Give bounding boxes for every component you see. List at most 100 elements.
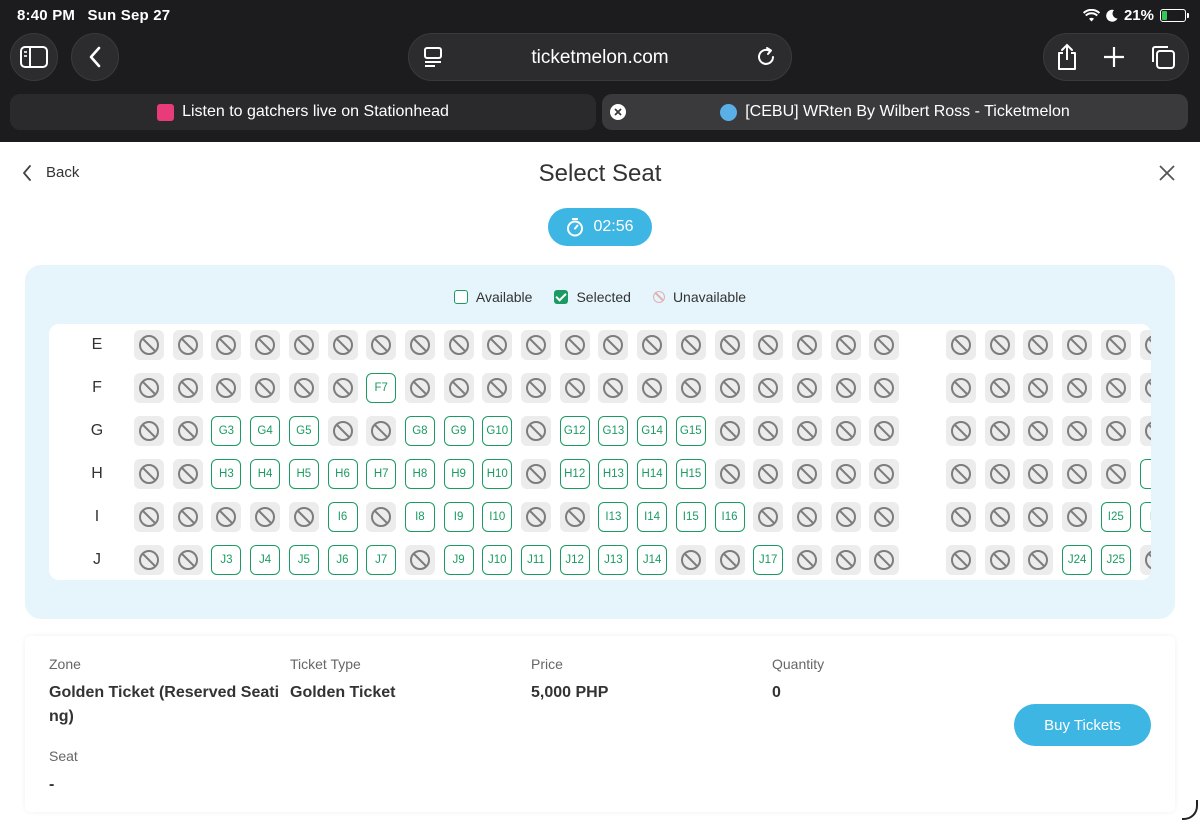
seat-map[interactable]: E F F7 G G3 G4 G5 G8 G9 G10 G12 G13 G14 G15 H H3 H4 H5 H6 H… [49, 324, 1151, 580]
tab-close-icon[interactable] [610, 104, 626, 120]
seat-available[interactable]: G5 [288, 416, 319, 446]
address-bar[interactable]: ticketmelon.com [408, 33, 792, 81]
seat-available[interactable]: J17 [753, 545, 784, 575]
seat-available[interactable]: J11 [521, 545, 551, 575]
seat-available[interactable]: I9 [443, 502, 474, 532]
seat-unavailable-icon [869, 373, 900, 403]
seat-row: G G3 G4 G5 G8 G9 G10 G12 G13 G14 G15 [49, 410, 1151, 453]
buy-tickets-button[interactable]: Buy Tickets [1014, 704, 1151, 746]
seat-available[interactable]: G13 [598, 416, 629, 446]
seat-available[interactable]: G14 [637, 416, 668, 446]
zone-label: Zone [49, 656, 81, 672]
seat-available[interactable]: H14 [637, 459, 668, 489]
seat-available[interactable]: J4 [250, 545, 281, 575]
seat-available[interactable]: G4 [250, 416, 281, 446]
seat-available[interactable]: G8 [404, 416, 435, 446]
seat-available[interactable]: G3 [211, 416, 242, 446]
seat-available[interactable]: J24 [1062, 545, 1093, 575]
status-indicators: 21% [1082, 7, 1189, 24]
seat-available[interactable]: J5 [288, 545, 319, 575]
status-bar: 8:40 PM Sun Sep 27 21% [0, 0, 1200, 32]
seat-available[interactable]: I13 [598, 502, 629, 532]
seat-unavailable-icon [1062, 502, 1093, 532]
page-title: Select Seat [538, 160, 662, 187]
tab-ticketmelon[interactable]: [CEBU] WRten By Wilbert Ross - Ticketmel… [602, 94, 1188, 130]
seat-unavailable-icon [1139, 373, 1151, 403]
seat-unavailable-icon [753, 330, 784, 360]
seat-available[interactable]: H9 [443, 459, 474, 489]
seat-available[interactable]: J6 [327, 545, 358, 575]
seat-available[interactable]: I25 [1100, 502, 1131, 532]
seat-unavailable-icon [1023, 416, 1054, 446]
seat-available[interactable]: H12 [559, 459, 590, 489]
stationhead-favicon-icon [157, 103, 175, 121]
tab-stationhead[interactable]: Listen to gatchers live on Stationhead [10, 94, 596, 130]
seat-available[interactable]: I16 [714, 502, 745, 532]
seat-available[interactable]: H7 [366, 459, 397, 489]
seat-unavailable-icon [482, 330, 513, 360]
unavailable-icon [652, 291, 665, 303]
seat-unavailable-icon [134, 502, 164, 532]
zone-value-line-1: Golden Ticket (Reserved Seati [49, 684, 280, 701]
seat-available[interactable]: H13 [598, 459, 629, 489]
seat-unavailable-icon [830, 330, 861, 360]
new-tab-icon[interactable] [1103, 46, 1125, 68]
seat-available[interactable]: H10 [482, 459, 513, 489]
seat-available[interactable]: I15 [675, 502, 706, 532]
seat-unavailable-icon [946, 373, 976, 403]
seat-value: - [49, 776, 55, 793]
seat-available[interactable]: J9 [443, 545, 474, 575]
seat-available[interactable]: G12 [559, 416, 590, 446]
countdown-timer: 02:56 [548, 208, 652, 246]
seat-available[interactable]: J7 [366, 545, 397, 575]
seat-available[interactable]: H8 [404, 459, 435, 489]
seat-unavailable-icon [984, 545, 1015, 575]
seat-unavailable-icon [172, 545, 203, 575]
seat-available[interactable]: J12 [559, 545, 590, 575]
seat-unavailable-icon [869, 416, 900, 446]
row-label: I [94, 508, 100, 525]
row-label: E [91, 336, 103, 353]
seat-available[interactable]: I14 [637, 502, 668, 532]
seat-available[interactable]: G10 [482, 416, 513, 446]
seat-available[interactable]: G15 [675, 416, 706, 446]
seat-available[interactable]: H15 [675, 459, 706, 489]
seat-available[interactable]: I10 [482, 502, 513, 532]
seat-available[interactable]: J14 [637, 545, 668, 575]
seat-unavailable-icon [714, 459, 745, 489]
seat-unavailable-icon [404, 373, 435, 403]
close-button[interactable] [1158, 164, 1176, 187]
seat-available[interactable]: G9 [443, 416, 474, 446]
seat-available[interactable]: H [1139, 459, 1151, 489]
seat-unavailable-icon [791, 502, 822, 532]
seat-unavailable-icon [791, 373, 822, 403]
seat-available[interactable]: I8 [404, 502, 435, 532]
seat-available[interactable]: J25 [1100, 545, 1131, 575]
tabs-overview-icon[interactable] [1150, 44, 1176, 70]
seat-available[interactable]: H3 [211, 459, 242, 489]
seat-available[interactable]: J10 [482, 545, 513, 575]
seat-available[interactable]: H4 [250, 459, 281, 489]
seat-available[interactable]: H6 [327, 459, 358, 489]
browser-back-button[interactable] [71, 33, 119, 81]
browser-chrome: 8:40 PM Sun Sep 27 21% ticketmelon.com L… [0, 0, 1200, 142]
ticket-info-panel: Zone Golden Ticket (Reserved Seati ng) T… [25, 636, 1175, 812]
reload-icon[interactable] [755, 46, 777, 68]
seat-unavailable-icon [1139, 330, 1151, 360]
share-icon[interactable] [1056, 43, 1078, 71]
seat-unavailable-icon [675, 330, 706, 360]
seat-available[interactable]: J3 [211, 545, 242, 575]
seat-available[interactable]: H5 [288, 459, 319, 489]
seat-unavailable-icon [675, 545, 706, 575]
seat-available[interactable]: F7 [366, 373, 397, 403]
seat-available[interactable]: I2 [1139, 502, 1151, 532]
seat-unavailable-icon [946, 545, 976, 575]
seat-available[interactable]: J13 [598, 545, 629, 575]
seat-unavailable-icon [327, 416, 358, 446]
seat-unavailable-icon [521, 459, 551, 489]
seat-available[interactable]: I6 [327, 502, 358, 532]
seat-unavailable-icon [830, 545, 861, 575]
seat-unavailable-icon [984, 416, 1015, 446]
seat-unavailable-icon [637, 373, 668, 403]
sidebar-toggle-button[interactable] [10, 33, 58, 81]
